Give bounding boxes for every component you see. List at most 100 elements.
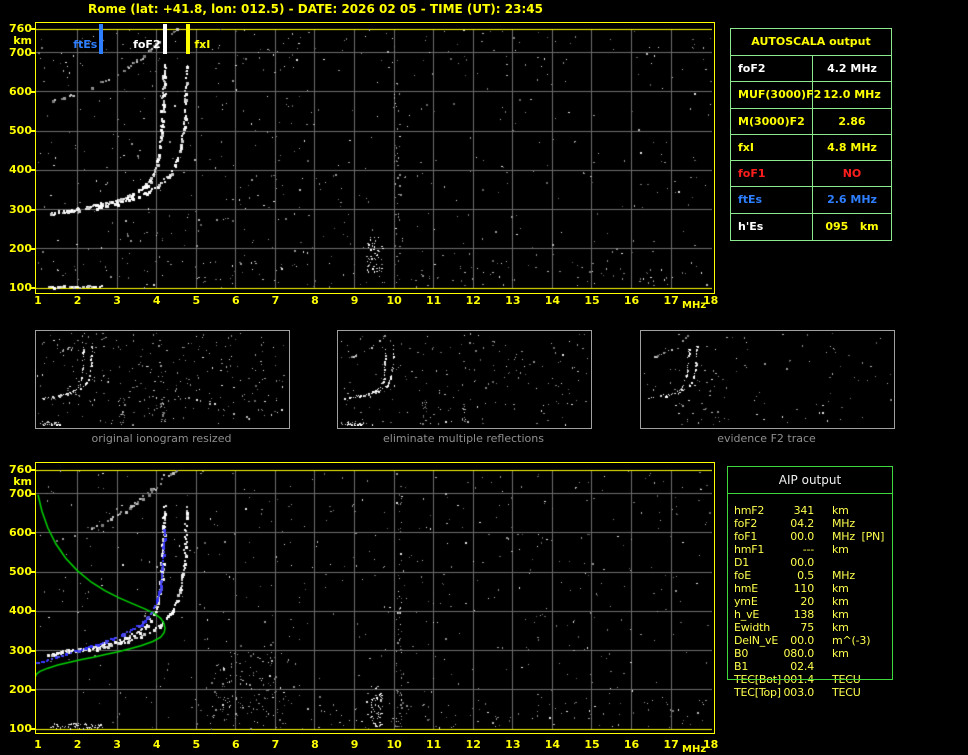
aip-row-value: 003.0 [783,686,815,699]
x-tick-label: 3 [113,294,121,307]
aip-table-title: AIP output [728,467,892,494]
x-tick-label: 6 [232,294,240,307]
aip-row-value: 00.0 [790,530,814,543]
ionogram-main-chart: ftEs foF2 fxI [35,22,715,294]
aip-table-bottom-border [727,679,893,680]
y-tick-label: 600 [9,525,32,539]
aip-row-ewidth: Ewidth 75 km [728,621,892,634]
aip-row-label: D1 [734,556,750,569]
y-tick-mark [31,688,35,691]
autoscala-row-fof1: foF1 NO [731,161,891,188]
y-tick-label: 200 [9,241,32,255]
autoscala-output-screen: Rome (lat: +41.8, lon: 012.5) - DATE: 20… [0,0,968,755]
x-tick-label: 7 [271,294,280,307]
y-tick-mark [31,208,35,211]
aip-row-delnve: DelN_vE 00.0 m^(-3) [728,634,892,647]
aip-row-label: ymE [734,595,758,608]
thumbnail-caption-evidence: evidence F2 trace [717,432,816,445]
aip-row-label: foE [734,569,751,582]
autoscala-row-value: 2.86 [838,114,866,128]
x-tick-label: 5 [192,294,201,307]
y-tick-label: 100 [9,722,32,735]
ionogram-main-canvas [36,23,712,291]
aip-row-b1: B1 02.4 [728,660,892,673]
x-tick-label: 3 [113,738,121,751]
autoscala-row-label: h'Es [731,213,813,241]
x-tick-label: 1 [34,294,42,307]
y-tick-mark [31,287,35,289]
y-tick-label: 300 [9,202,32,216]
aip-row-value: 20 [800,595,814,608]
aip-table: AIP output hmF2 341 km foF2 04.2 MHz foF1 00.0 M… [727,466,893,699]
y-tick-label: 600 [9,84,32,98]
autoscala-table-rows: foF2 4.2 MHz MUF(3000)F2 12.0 MHz M(3000)F2 2… [731,56,891,241]
x-tick-label: 10 [386,738,402,751]
x-tick-label: 15 [584,738,600,751]
fxi-marker-label: fxI [194,38,211,51]
autoscala-row-value: NO [842,167,862,181]
aip-row-tectop: TEC[Top] 003.0 TECU [728,686,892,699]
aip-row-label: foF1 [734,530,758,543]
y-tick-mark [31,728,35,730]
ftes-marker-label: ftEs [73,38,98,51]
page-title: Rome (lat: +41.8, lon: 012.5) - DATE: 20… [88,2,543,16]
autoscala-row-muf3000f2: MUF(3000)F2 12.0 MHz [731,82,891,109]
aip-row-unit: m^(-3) [832,634,871,647]
autoscala-row-fof2: foF2 4.2 MHz [731,56,891,83]
y-tick-mark [31,469,35,471]
autoscala-row-label: foF1 [731,161,813,187]
x-tick-label: 9 [350,294,359,307]
x-axis-unit-label: MHz [682,300,707,311]
y-tick-label: 500 [9,124,32,138]
y-tick-label: 300 [9,643,32,657]
aip-row-label: h_vE [734,608,760,621]
aip-row-value: 00.0 [790,556,814,569]
y-tick-label: 500 [9,565,32,579]
autoscala-row-ftes: ftEs 2.6 MHz [731,187,891,214]
aip-row-fof2: foF2 04.2 MHz [728,517,892,530]
aip-table-rows: hmF2 341 km foF2 04.2 MHz foF1 00.0 MHz [PN] hmF1… [728,504,892,699]
aip-row-value: 341 [793,504,815,517]
autoscala-row-value: 4.8 MHz [827,140,877,154]
fof2-marker-label: foF2 [133,38,161,51]
y-tick-mark [31,610,35,613]
fof2-marker-bar [162,24,167,54]
aip-row-unit: MHz [PN] [832,530,885,543]
x-tick-label: 13 [505,738,521,751]
y-tick-label: 100 [9,281,32,294]
x-tick-label: 6 [232,738,240,751]
thumbnail-caption-original: original ionogram resized [91,432,232,445]
y-tick-label: 400 [9,604,32,618]
ionogram-profile-chart [35,462,715,734]
x-tick-label: 4 [152,738,161,751]
autoscala-row-value: 2.6 MHz [827,193,877,207]
autoscala-row-hes: h'Es 095 km [731,213,891,241]
x-tick-label: 11 [426,738,442,751]
aip-row-unit: km [832,543,849,556]
aip-row-value: 080.0 [783,647,815,660]
aip-row-value: --- [802,543,815,556]
ftes-marker-bar [99,24,104,54]
thumbnail-eliminate-canvas [338,331,589,426]
y-tick-mark [31,531,35,534]
x-tick-label: 17 [663,738,679,751]
y-tick-mark [31,28,35,30]
aip-row-fof1: foF1 00.0 MHz [PN] [728,530,892,543]
aip-row-b0: B0 080.0 km [728,647,892,660]
y-tick-mark [31,247,35,250]
aip-row-unit: km [832,504,849,517]
aip-row-value: 110 [793,582,815,595]
aip-row-label: Ewidth [734,621,771,634]
aip-row-label: DelN_vE [734,634,779,647]
y-tick-mark [31,649,35,652]
y-axis-unit-label: km [13,34,32,47]
aip-row-hmf1: hmF1 --- km [728,543,892,556]
aip-row-unit: MHz [832,569,855,582]
x-tick-label: 5 [192,738,201,751]
aip-row-label: hmE [734,582,759,595]
aip-row-unit: km [832,608,849,621]
autoscala-row-value: 12.0 MHz [823,88,881,102]
y-tick-label: 400 [9,163,32,177]
aip-row-label: B1 [734,660,749,673]
y-tick-mark [31,571,35,574]
